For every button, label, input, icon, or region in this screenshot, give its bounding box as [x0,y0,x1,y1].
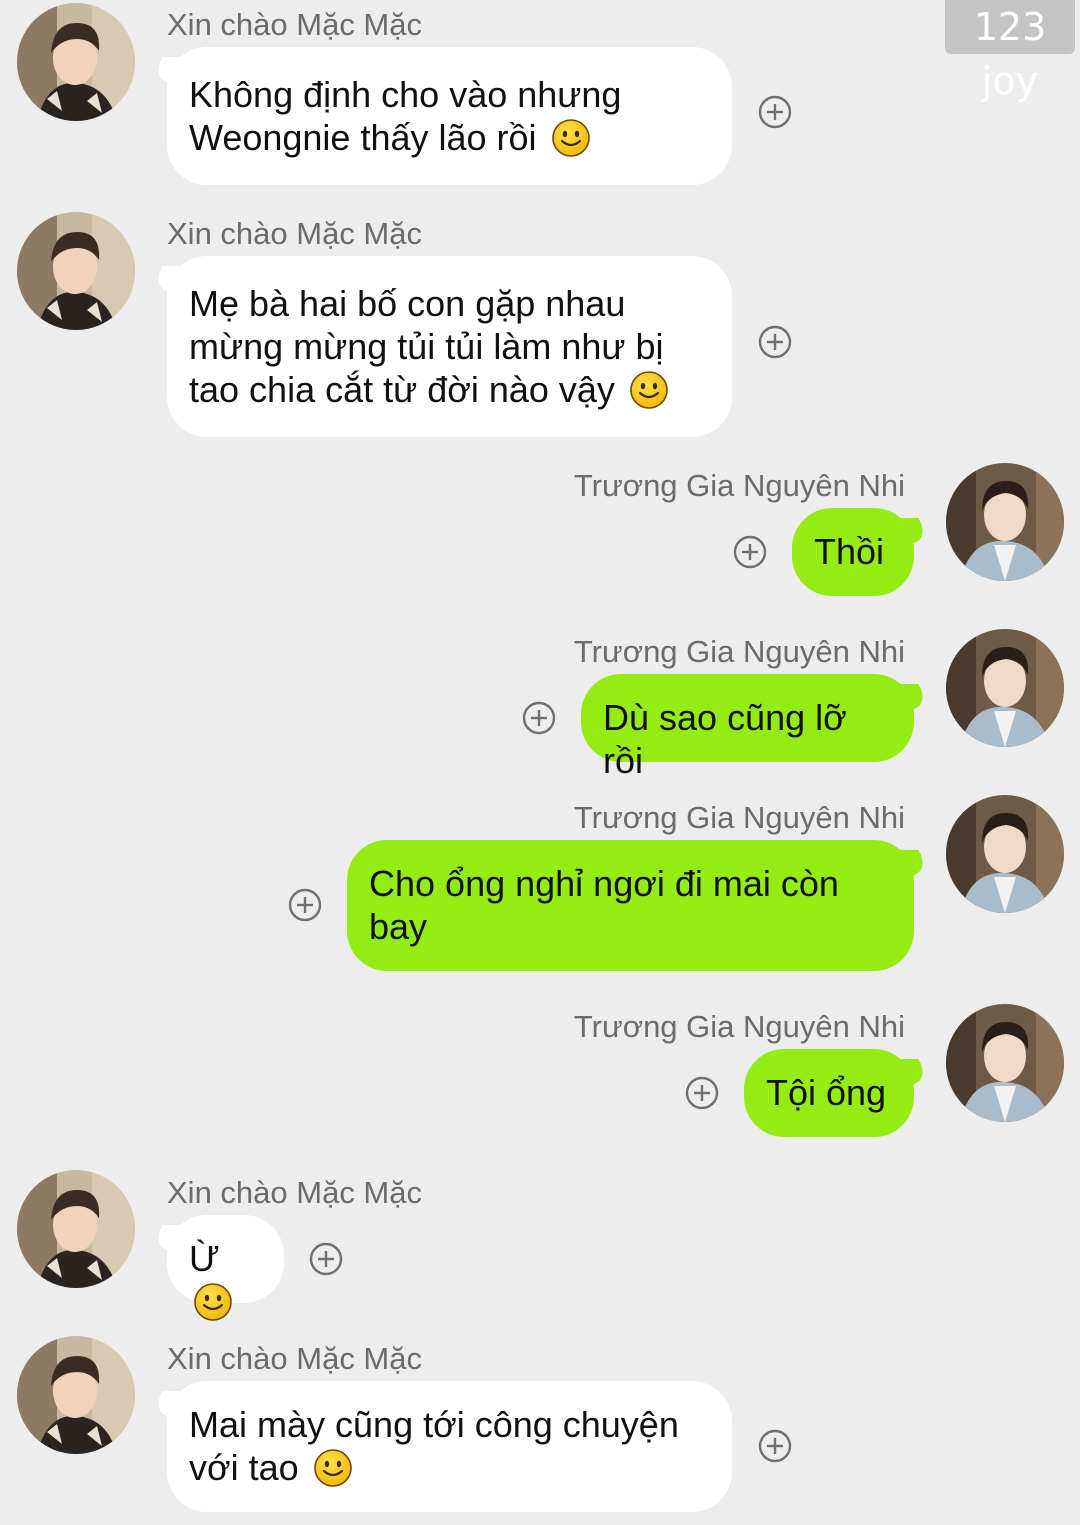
sender-name: Xin chào Mặc Mặc [167,1341,422,1376]
message-line: mừng mừng tủi tủi làm như bị [189,326,664,367]
avatar-left[interactable] [17,3,135,121]
add-reaction-icon[interactable] [758,1429,792,1463]
message-bubble-incoming[interactable]: Không định cho vào nhưng Weongnie thấy l… [167,47,732,185]
smiley-emoji-icon [551,118,591,158]
message-line: Ừ [189,1237,262,1323]
avatar-right[interactable] [946,1004,1064,1122]
avatar-right[interactable] [946,629,1064,747]
avatar-left[interactable] [17,1170,135,1288]
message-bubble-outgoing[interactable]: Cho ổng nghỉ ngơi đi mai còn bay [347,840,914,971]
message-line: Weongnie thấy lão rồi [189,116,710,159]
message-bubble-outgoing[interactable]: Tội ổng [744,1049,914,1137]
sender-name: Trương Gia Nguyên Nhi [573,634,905,669]
avatar-right[interactable] [946,795,1064,913]
message-line: Không định cho vào nhưng [189,74,622,115]
avatar-left[interactable] [17,212,135,330]
sender-name: Xin chào Mặc Mặc [167,1175,422,1210]
message-line: Dù sao cũng lỡ rồi [603,697,847,781]
add-reaction-icon[interactable] [758,325,792,359]
message-line: tao chia cắt từ đời nào vậy [189,368,710,411]
avatar-left[interactable] [17,1336,135,1454]
message-line: bay [369,906,428,947]
sender-name: Trương Gia Nguyên Nhi [573,1009,905,1044]
sender-name: Trương Gia Nguyên Nhi [573,800,905,835]
add-reaction-icon[interactable] [288,888,322,922]
message-line: Tội ổng [766,1072,887,1113]
add-reaction-icon[interactable] [522,701,556,735]
message-bubble-outgoing[interactable]: Thồi [792,508,914,596]
smiley-emoji-icon [193,1282,233,1322]
message-bubble-outgoing[interactable]: Dù sao cũng lỡ rồi [581,674,914,781]
sender-name: Xin chào Mặc Mặc [167,7,422,42]
message-line: Mẹ bà hai bố con gặp nhau [189,283,626,324]
message-line: Mai mày cũng tới công chuyện [189,1404,679,1445]
add-reaction-icon[interactable] [685,1076,719,1110]
message-line: Cho ổng nghỉ ngơi đi mai còn [369,863,839,904]
smiley-emoji-icon [629,370,669,410]
watermark: 123 joy [945,0,1075,103]
sender-name: Xin chào Mặc Mặc [167,216,422,251]
smiley-emoji-icon [313,1448,353,1488]
message-bubble-incoming[interactable]: Mai mày cũng tới công chuyện với tao [167,1381,732,1512]
message-line: với tao [189,1446,710,1489]
message-bubble-incoming[interactable]: Ừ [167,1215,284,1321]
add-reaction-icon[interactable] [309,1242,343,1276]
add-reaction-icon[interactable] [758,95,792,129]
message-bubble-incoming[interactable]: Mẹ bà hai bố con gặp nhau mừng mừng tủi … [167,256,732,437]
add-reaction-icon[interactable] [733,535,767,569]
message-line: Thồi [814,531,885,572]
avatar-right[interactable] [946,463,1064,581]
sender-name: Trương Gia Nguyên Nhi [573,468,905,503]
